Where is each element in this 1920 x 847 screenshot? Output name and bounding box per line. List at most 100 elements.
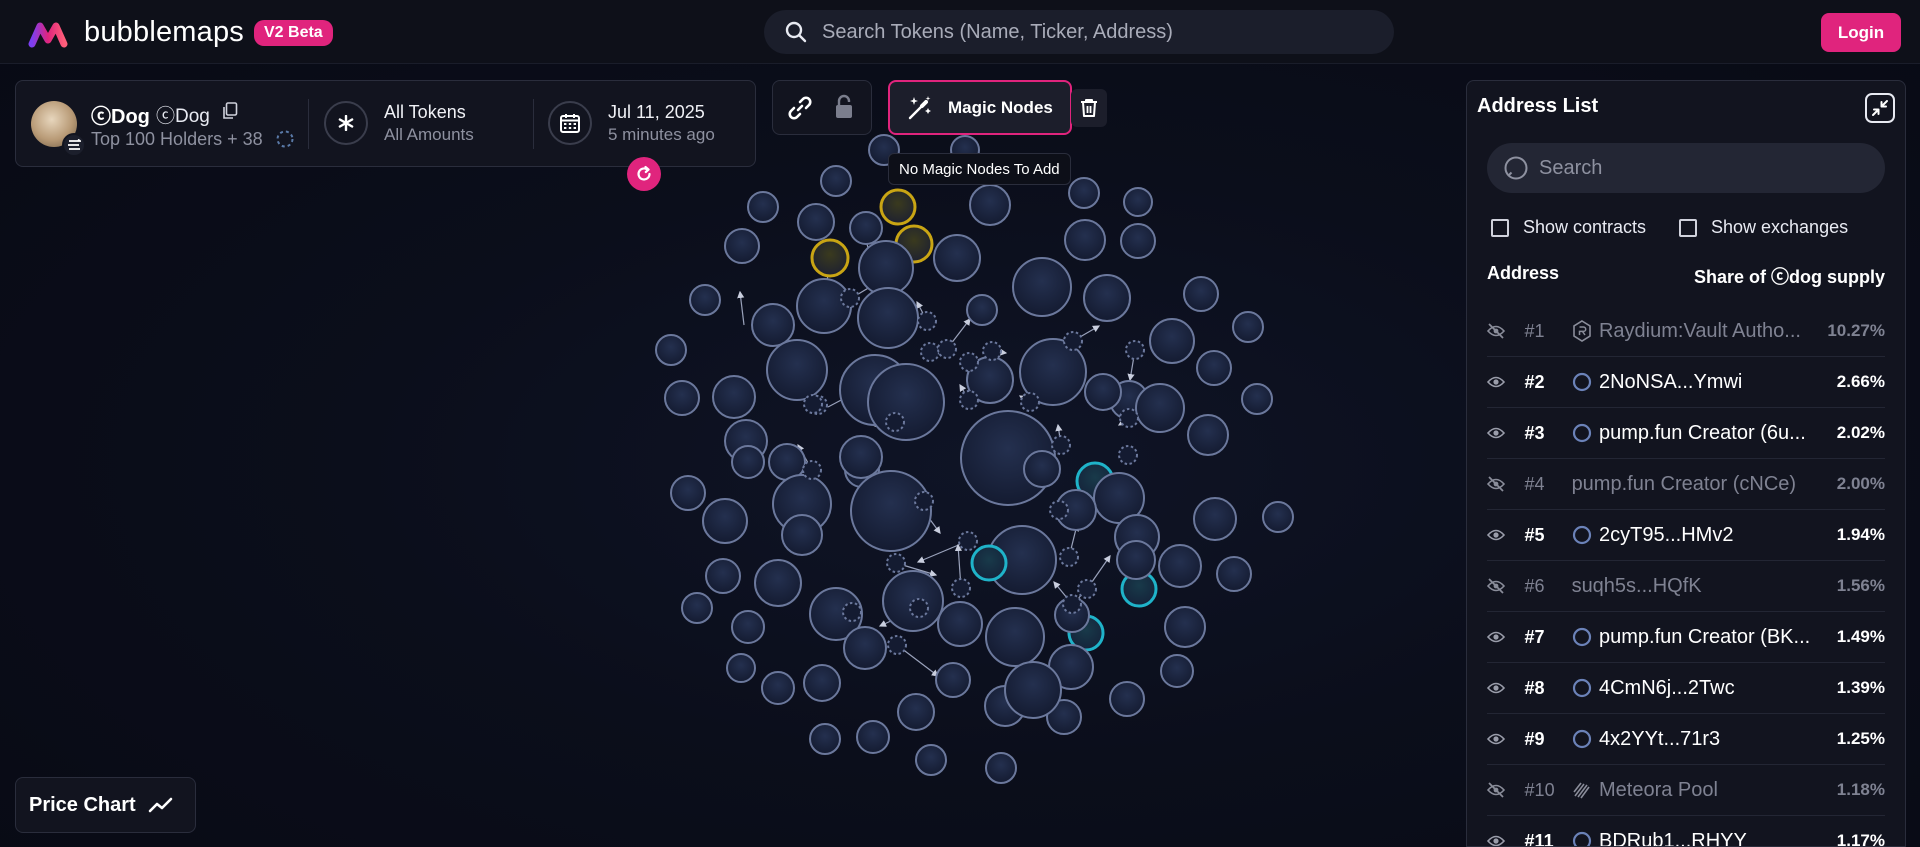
intermediate-wallet-bubble[interactable]: [886, 553, 906, 573]
holder-bubble[interactable]: [850, 470, 932, 552]
magic-nodes-button[interactable]: Magic Nodes: [888, 80, 1072, 135]
holder-bubble[interactable]: [1193, 497, 1237, 541]
intermediate-wallet-bubble[interactable]: [917, 311, 937, 331]
holder-bubble[interactable]: [1120, 223, 1156, 259]
eye-icon[interactable]: [1487, 681, 1509, 695]
holder-bubble[interactable]: [1004, 661, 1062, 719]
intermediate-wallet-bubble[interactable]: [1062, 594, 1082, 614]
address-row[interactable]: #6 suqh5s...HQfK 1.56%: [1487, 561, 1885, 612]
holder-bubble[interactable]: [858, 240, 914, 296]
intermediate-wallet-bubble[interactable]: [937, 339, 957, 359]
holder-bubble[interactable]: [1109, 681, 1145, 717]
address-row[interactable]: #3 pump.fun Creator (6u... 2.02%: [1487, 408, 1885, 459]
eye-off-icon[interactable]: [1487, 476, 1509, 492]
holder-bubble[interactable]: [970, 544, 1008, 582]
holder-bubble[interactable]: [754, 559, 802, 607]
holder-bubble[interactable]: [915, 744, 947, 776]
holder-bubble[interactable]: [933, 234, 981, 282]
holder-bubble[interactable]: [705, 558, 741, 594]
show-exchanges-checkbox[interactable]: Show exchanges: [1679, 217, 1848, 238]
holder-bubble[interactable]: [985, 752, 1017, 784]
holder-bubble[interactable]: [1068, 177, 1100, 209]
address-row[interactable]: #5 2cyT95...HMv2 1.94%: [1487, 510, 1885, 561]
eye-off-icon[interactable]: [1487, 782, 1509, 798]
copy-icon[interactable]: [222, 102, 238, 125]
holder-bubble[interactable]: [857, 287, 919, 349]
holder-bubble[interactable]: [935, 662, 971, 698]
holder-bubble[interactable]: [1183, 276, 1219, 312]
intermediate-wallet-bubble[interactable]: [840, 288, 860, 308]
holder-bubble[interactable]: [937, 601, 983, 647]
eye-icon[interactable]: [1487, 528, 1509, 542]
intermediate-wallet-bubble[interactable]: [959, 352, 979, 372]
intermediate-wallet-bubble[interactable]: [1125, 340, 1145, 360]
holder-bubble[interactable]: [966, 294, 998, 326]
price-chart-button[interactable]: Price Chart: [15, 777, 196, 833]
intermediate-wallet-bubble[interactable]: [1049, 500, 1069, 520]
holder-bubble[interactable]: [655, 334, 687, 366]
show-contracts-checkbox[interactable]: Show contracts: [1491, 217, 1646, 238]
holder-bubble[interactable]: [1084, 373, 1122, 411]
holder-bubble[interactable]: [796, 278, 852, 334]
holder-bubble[interactable]: [761, 671, 795, 705]
holder-bubble[interactable]: [969, 184, 1011, 226]
holder-bubble[interactable]: [689, 284, 721, 316]
intermediate-wallet-bubble[interactable]: [982, 341, 1002, 361]
intermediate-wallet-bubble[interactable]: [920, 342, 940, 362]
holder-bubble[interactable]: [809, 723, 841, 755]
intermediate-wallet-bubble[interactable]: [842, 602, 862, 622]
eye-icon[interactable]: [1487, 426, 1509, 440]
holder-bubble[interactable]: [856, 720, 890, 754]
holder-bubble[interactable]: [1023, 450, 1061, 488]
holder-bubble[interactable]: [1241, 383, 1273, 415]
address-row[interactable]: #2 2NoNSA...Ymwi 2.66%: [1487, 357, 1885, 408]
eye-icon[interactable]: [1487, 834, 1509, 846]
address-row[interactable]: #10 Meteora Pool 1.18%: [1487, 765, 1885, 816]
intermediate-wallet-bubble[interactable]: [909, 598, 929, 618]
holder-bubble[interactable]: [1149, 318, 1195, 364]
holder-bubble[interactable]: [731, 610, 765, 644]
holder-bubble[interactable]: [810, 238, 850, 278]
intermediate-wallet-bubble[interactable]: [1118, 445, 1138, 465]
intermediate-wallet-bubble[interactable]: [1051, 435, 1071, 455]
address-row[interactable]: #4 pump.fun Creator (cNCe) 2.00%: [1487, 459, 1885, 510]
eye-icon[interactable]: [1487, 375, 1509, 389]
intermediate-wallet-bubble[interactable]: [959, 390, 979, 410]
holder-bubble[interactable]: [843, 626, 887, 670]
holder-bubble[interactable]: [879, 188, 917, 226]
address-row[interactable]: #11 BDRub1...RHYY 1.17%: [1487, 816, 1885, 846]
address-row[interactable]: #1 Raydium:Vault Autho... 10.27%: [1487, 306, 1885, 357]
holder-bubble[interactable]: [1116, 540, 1156, 580]
calendar-icon[interactable]: [548, 101, 592, 145]
holder-bubble[interactable]: [867, 363, 945, 441]
collapse-panel-button[interactable]: [1865, 93, 1895, 123]
eye-off-icon[interactable]: [1487, 578, 1509, 594]
holder-bubble[interactable]: [670, 475, 706, 511]
intermediate-wallet-bubble[interactable]: [951, 578, 971, 598]
intermediate-wallet-bubble[interactable]: [802, 460, 822, 480]
holder-bubble[interactable]: [1064, 219, 1106, 261]
holder-bubble[interactable]: [1232, 311, 1264, 343]
holder-bubble[interactable]: [1160, 654, 1194, 688]
holder-bubble[interactable]: [1123, 187, 1153, 217]
intermediate-wallet-bubble[interactable]: [1077, 579, 1097, 599]
holder-bubble[interactable]: [803, 664, 841, 702]
holder-bubble[interactable]: [1135, 383, 1185, 433]
intermediate-wallet-bubble[interactable]: [914, 491, 934, 511]
intermediate-wallet-bubble[interactable]: [1119, 408, 1139, 428]
holder-bubble[interactable]: [1216, 556, 1252, 592]
eye-icon[interactable]: [1487, 732, 1509, 746]
holder-bubble[interactable]: [702, 498, 748, 544]
holder-bubble[interactable]: [985, 607, 1045, 667]
holder-bubble[interactable]: [751, 303, 795, 347]
holder-bubble[interactable]: [724, 228, 760, 264]
intermediate-wallet-bubble[interactable]: [887, 635, 907, 655]
address-row[interactable]: #8 4CmN6j...2Twc 1.39%: [1487, 663, 1885, 714]
holder-bubble[interactable]: [820, 165, 852, 197]
tokens-filter-title[interactable]: All Tokens: [384, 102, 466, 123]
holder-bubble[interactable]: [849, 211, 883, 245]
holder-bubble[interactable]: [731, 445, 765, 479]
intermediate-wallet-bubble[interactable]: [958, 531, 978, 551]
date-title[interactable]: Jul 11, 2025: [608, 102, 705, 123]
holder-bubble[interactable]: [712, 375, 756, 419]
